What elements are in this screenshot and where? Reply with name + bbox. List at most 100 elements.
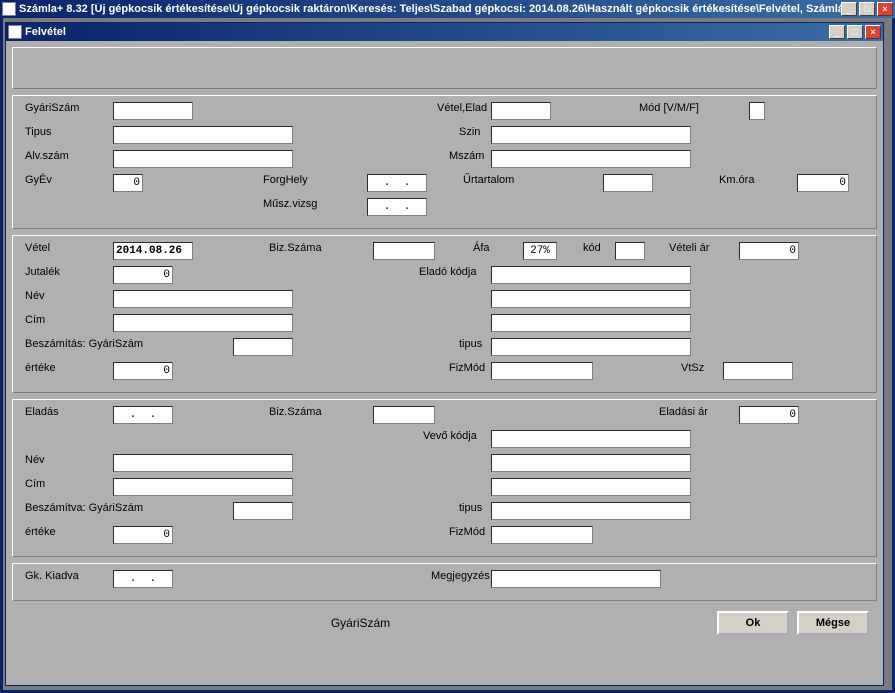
input-beszamitas-gyari[interactable] — [233, 338, 293, 356]
input-elado-cim-2[interactable] — [491, 314, 691, 332]
main-minimize-button[interactable]: _ — [841, 2, 857, 16]
label-cim-2: Cím — [25, 478, 45, 490]
label-megjegyzes: Megjegyzés — [431, 570, 490, 582]
input-mod[interactable] — [749, 102, 765, 120]
app-icon — [2, 2, 16, 16]
child-title: Felvétel — [25, 26, 829, 38]
input-km-ora[interactable] — [797, 174, 849, 192]
input-elado-kodja[interactable] — [491, 266, 691, 284]
input-musz-vizsg[interactable] — [367, 198, 427, 216]
ok-button[interactable]: Ok — [717, 611, 789, 635]
input-beszamitva-erteke[interactable] — [113, 526, 173, 544]
label-erteke-1: értéke — [25, 362, 56, 374]
label-veteli-ar: Vételi ár — [669, 242, 709, 254]
label-mod: Mód [V/M/F] — [639, 102, 699, 114]
input-beszamitas-tipus[interactable] — [491, 338, 691, 356]
label-gyari-szam: GyáriSzám — [25, 102, 79, 114]
label-vetel-elad: Vétel,Elad — [437, 102, 487, 114]
label-gyev: GyÉv — [25, 174, 52, 186]
input-eladas-date[interactable] — [113, 406, 173, 424]
label-beszamitva-gyari: Beszámítva: GyáriSzám — [25, 502, 143, 514]
input-vevo-nev-1[interactable] — [113, 454, 293, 472]
input-biz-szama-2[interactable] — [373, 406, 435, 424]
footer: GyáriSzám Ok Mégse — [12, 607, 877, 639]
input-vetel-date[interactable] — [113, 242, 193, 260]
label-tipus: Tipus — [25, 126, 52, 138]
input-urtartalom[interactable] — [603, 174, 653, 192]
main-maximize-button[interactable]: □ — [859, 2, 875, 16]
panel-sale: Eladás Biz.Száma Eladási ár Vevő kódja N… — [12, 399, 877, 557]
label-mszam: Mszám — [449, 150, 484, 162]
child-window: Felvétel _ □ × GyáriSzám Vétel,Elad — [5, 22, 884, 686]
label-fizmod-2: FizMód — [449, 526, 485, 538]
input-beszamitas-erteke[interactable] — [113, 362, 173, 380]
input-vevo-cim-1[interactable] — [113, 478, 293, 496]
input-elado-cim-1[interactable] — [113, 314, 293, 332]
input-gyev[interactable] — [113, 174, 143, 192]
panel-purchase: Vétel Biz.Száma Áfa kód Vételi ár Jutalé… — [12, 235, 877, 393]
label-musz-vizsg: Műsz.vizsg — [263, 198, 317, 210]
label-forg-hely: ForgHely — [263, 174, 308, 186]
label-nev-2: Név — [25, 454, 45, 466]
label-km-ora: Km.óra — [719, 174, 754, 186]
main-close-button[interactable]: × — [877, 2, 893, 16]
label-cim-1: Cím — [25, 314, 45, 326]
label-elado-kodja: Eladó kódja — [419, 266, 477, 278]
input-fizmod-2[interactable] — [491, 526, 593, 544]
input-vevo-nev-2[interactable] — [491, 454, 691, 472]
input-gyari-szam[interactable] — [113, 102, 193, 120]
child-titlebar: Felvétel _ □ × — [6, 23, 883, 41]
input-fizmod-1[interactable] — [491, 362, 593, 380]
label-jutalek: Jutalék — [25, 266, 60, 278]
main-title: Számla+ 8.32 [Új gépkocsik értékesítése\… — [19, 3, 841, 15]
input-forg-hely[interactable] — [367, 174, 427, 192]
label-biz-szama-2: Biz.Száma — [269, 406, 322, 418]
mdi-client: Felvétel _ □ × GyáriSzám Vétel,Elad — [3, 18, 892, 690]
input-vtsz[interactable] — [723, 362, 793, 380]
input-beszamitva-gyari[interactable] — [233, 502, 293, 520]
input-tipus[interactable] — [113, 126, 293, 144]
panel-vehicle: GyáriSzám Vétel,Elad Mód [V/M/F] Tipus S… — [12, 95, 877, 229]
child-icon — [8, 25, 22, 39]
panel-misc: Gk. Kiadva Megjegyzés — [12, 563, 877, 601]
label-tipus-beszamitas: tipus — [459, 338, 482, 350]
input-elado-nev-1[interactable] — [113, 290, 293, 308]
input-mszam[interactable] — [491, 150, 691, 168]
label-beszamitas-gyari: Beszámítás: GyáriSzám — [25, 338, 143, 350]
input-eladasi-ar[interactable] — [739, 406, 799, 424]
input-biz-szama-1[interactable] — [373, 242, 435, 260]
panel-header-spacer — [12, 47, 877, 89]
cancel-button[interactable]: Mégse — [797, 611, 869, 635]
input-afa-kod[interactable] — [615, 242, 645, 260]
child-maximize-button[interactable]: □ — [847, 25, 863, 39]
input-alv-szam[interactable] — [113, 150, 293, 168]
input-vevo-kodja[interactable] — [491, 430, 691, 448]
input-megjegyzes[interactable] — [491, 570, 661, 588]
child-minimize-button[interactable]: _ — [829, 25, 845, 39]
input-elado-nev-2[interactable] — [491, 290, 691, 308]
status-text: GyáriSzám — [12, 616, 709, 630]
input-vetel-elad[interactable] — [491, 102, 551, 120]
label-vevo-kodja: Vevő kódja — [423, 430, 477, 442]
label-tipus-beszamitva: tipus — [459, 502, 482, 514]
input-afa[interactable] — [523, 242, 557, 260]
input-veteli-ar[interactable] — [739, 242, 799, 260]
child-close-button[interactable]: × — [865, 25, 881, 39]
label-gk-kiadva: Gk. Kiadva — [25, 570, 79, 582]
form-body: GyáriSzám Vétel,Elad Mód [V/M/F] Tipus S… — [6, 41, 883, 685]
input-beszamitva-tipus[interactable] — [491, 502, 691, 520]
label-fizmod-1: FizMód — [449, 362, 485, 374]
label-vtsz: VtSz — [681, 362, 704, 374]
input-gk-kiadva[interactable] — [113, 570, 173, 588]
label-szin: Szin — [459, 126, 480, 138]
input-vevo-cim-2[interactable] — [491, 478, 691, 496]
input-szin[interactable] — [491, 126, 691, 144]
label-biz-szama-1: Biz.Száma — [269, 242, 322, 254]
input-jutalek[interactable] — [113, 266, 173, 284]
main-window: Számla+ 8.32 [Új gépkocsik értékesítése\… — [0, 0, 895, 693]
label-erteke-2: értéke — [25, 526, 56, 538]
label-eladasi-ar: Eladási ár — [659, 406, 708, 418]
main-titlebar: Számla+ 8.32 [Új gépkocsik értékesítése\… — [0, 0, 895, 18]
label-kod: kód — [583, 242, 601, 254]
label-alv-szam: Alv.szám — [25, 150, 69, 162]
